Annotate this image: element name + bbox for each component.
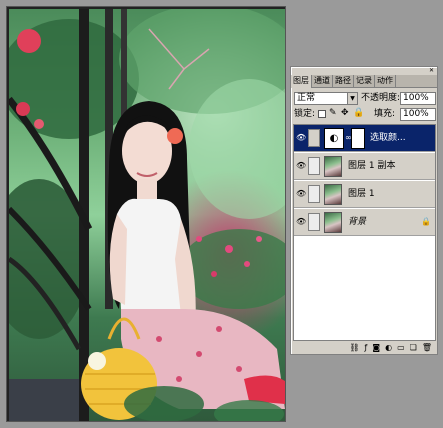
mask-icon[interactable]: ◙	[372, 343, 380, 353]
link-icon[interactable]: ⛓	[349, 343, 359, 353]
layers-list: 👁 ◐ ∞ 选取颜... 👁 图层 1 副本 👁 图层 1 👁 背景 🔒	[293, 124, 436, 341]
chevron-down-icon[interactable]: ▼	[347, 93, 357, 104]
opacity-label: 不透明度:	[361, 93, 401, 103]
eye-icon[interactable]: 👁	[296, 217, 306, 227]
lock-label: 锁定:	[294, 109, 316, 119]
link-box[interactable]	[308, 157, 320, 175]
layer-row-layer1[interactable]: 👁 图层 1	[294, 181, 435, 208]
layers-bottom-toolbar: ⛓ ƒ ◙ ◐ ▭ ❏ 🗑	[293, 343, 436, 353]
layer-thumbnail	[324, 212, 342, 233]
blend-mode-value: 正常	[297, 93, 316, 103]
tab-history[interactable]: 记录	[354, 75, 375, 88]
move-icon[interactable]: ✥	[341, 108, 349, 119]
trash-icon[interactable]: 🗑	[422, 343, 432, 353]
opacity-input[interactable]: 100%	[400, 92, 436, 105]
panel-close-icon[interactable]: ✕	[428, 67, 435, 74]
layer-name: 选取颜...	[370, 133, 406, 143]
lock-icon: 🔒	[421, 217, 431, 226]
layer-mask-thumbnail[interactable]	[351, 128, 365, 149]
layer-name: 图层 1	[348, 189, 375, 199]
document-canvas[interactable]	[9, 9, 285, 421]
layer-thumbnail	[324, 156, 342, 177]
new-layer-icon[interactable]: ❏	[410, 343, 417, 353]
blend-row: 正常 ▼ 不透明度: 100%	[294, 92, 436, 106]
tab-channels[interactable]: 通道	[312, 75, 333, 88]
photo-illustration	[9, 9, 285, 421]
brush-link-icon[interactable]	[308, 129, 320, 147]
lock-transparency-checkbox[interactable]	[318, 110, 326, 118]
link-box[interactable]	[308, 213, 320, 231]
layer-row-selective-color[interactable]: 👁 ◐ ∞ 选取颜...	[294, 125, 435, 152]
tab-paths[interactable]: 路径	[333, 75, 354, 88]
eye-icon[interactable]: 👁	[296, 161, 306, 171]
folder-icon[interactable]: ▭	[397, 343, 405, 353]
lock-icon[interactable]: 🔒	[353, 108, 364, 119]
layer-row-background[interactable]: 👁 背景 🔒	[294, 209, 435, 236]
adjustment-layer-thumbnail: ◐	[324, 128, 344, 149]
layers-panel: ✕ 图层 通道 路径 记录 动作 正常 ▼ 不透明度: 100% 锁定: ✎ ✥…	[290, 66, 438, 355]
link-box[interactable]	[308, 185, 320, 203]
layer-row-layer1-copy[interactable]: 👁 图层 1 副本	[294, 153, 435, 180]
layer-thumbnail	[324, 184, 342, 205]
tab-actions[interactable]: 动作	[375, 75, 396, 88]
layer-name: 背景	[348, 217, 367, 227]
fill-label: 填充:	[374, 109, 396, 119]
eye-icon[interactable]: 👁	[296, 133, 306, 143]
fill-input[interactable]: 100%	[400, 108, 436, 121]
lock-row: 锁定: ✎ ✥ 🔒 填充: 100%	[294, 108, 436, 122]
tab-layers[interactable]: 图层	[291, 75, 312, 88]
blend-mode-select[interactable]: 正常 ▼	[294, 92, 358, 105]
canvas-frame	[6, 6, 286, 422]
layer-name: 图层 1 副本	[348, 161, 396, 171]
eye-icon[interactable]: 👁	[296, 189, 306, 199]
fx-icon[interactable]: ƒ	[365, 343, 368, 353]
brush-icon[interactable]: ✎	[329, 108, 337, 119]
adjustment-icon[interactable]: ◐	[385, 343, 392, 353]
panel-tabs: 图层 通道 路径 记录 动作	[291, 75, 437, 88]
